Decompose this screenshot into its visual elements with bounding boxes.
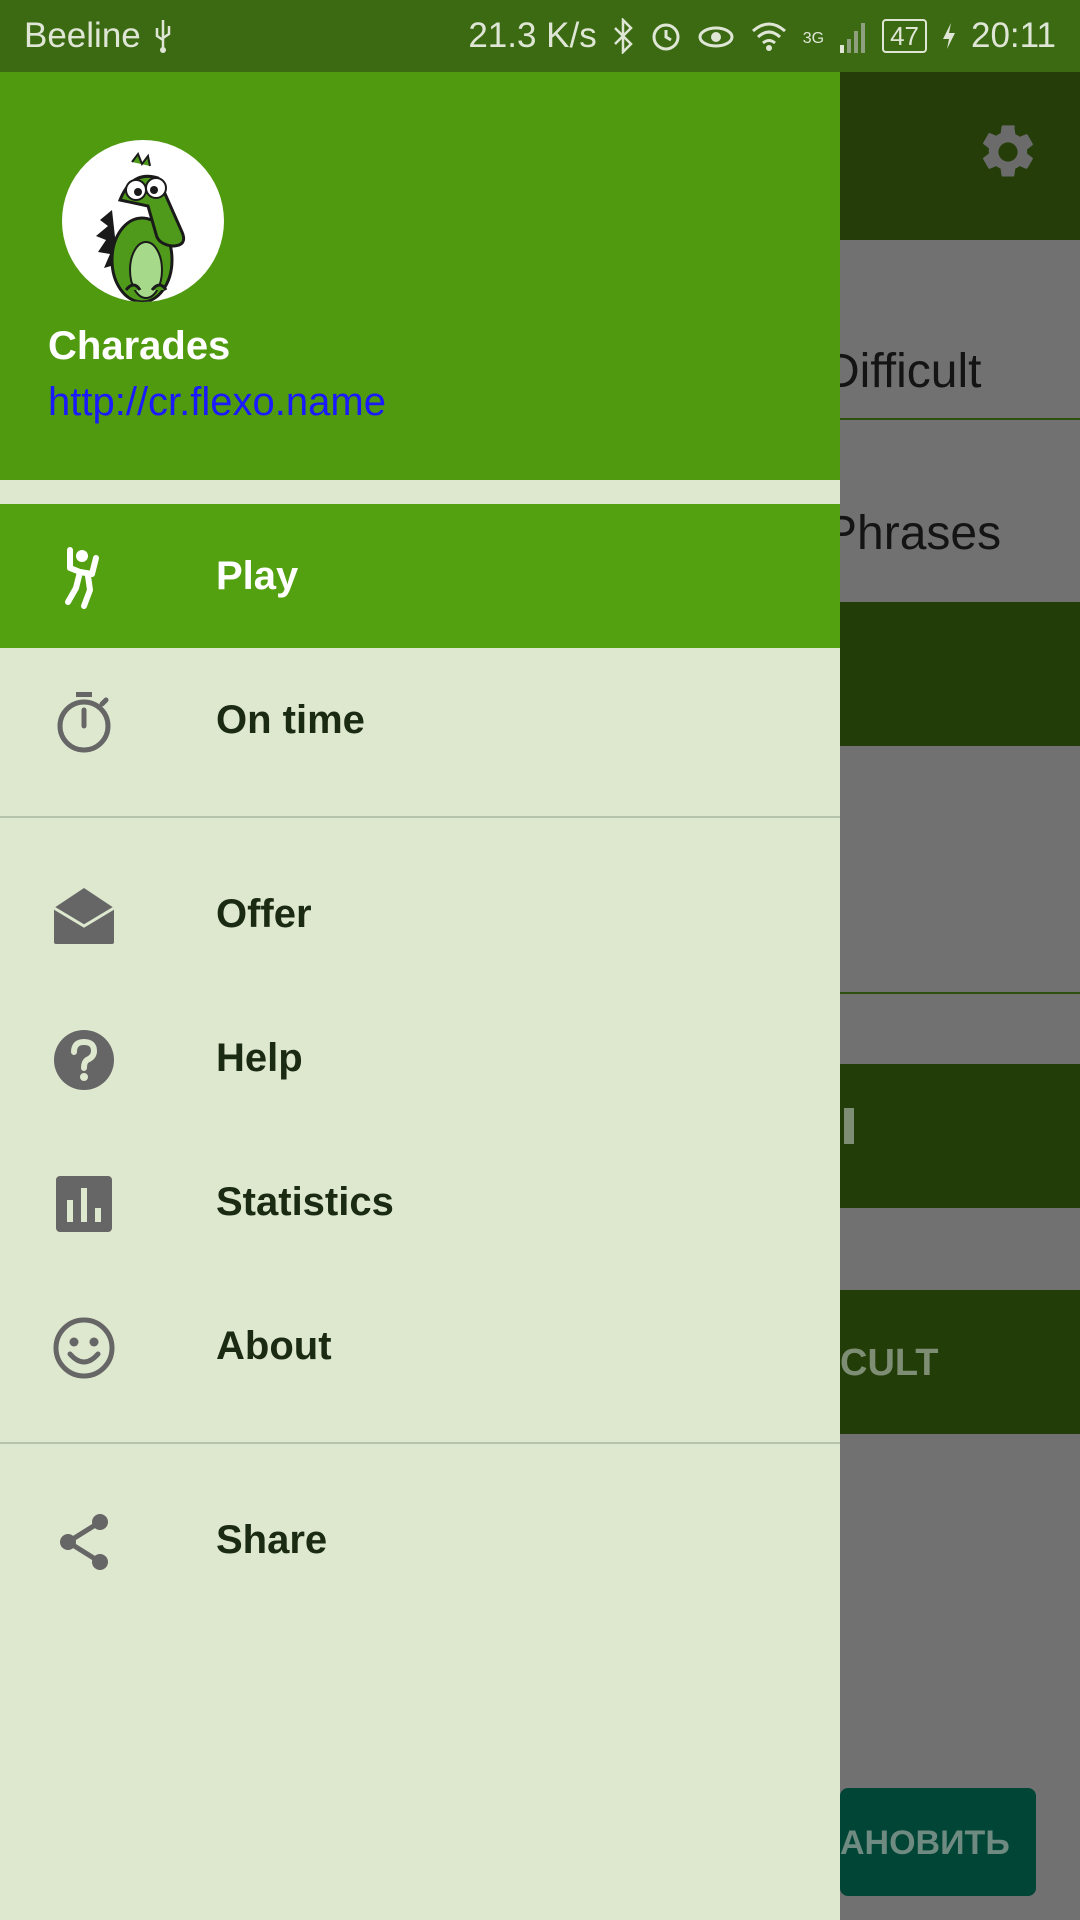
- divider: [840, 418, 1080, 420]
- menu-item-help[interactable]: Help: [0, 986, 840, 1130]
- option-phrases: Phrases: [825, 507, 1002, 560]
- app-url-link[interactable]: http://cr.flexo.name: [48, 380, 386, 425]
- status-right: 21.3 K/s 3G 47 20:11: [468, 16, 1056, 56]
- status-bar: Beeline 21.3 K/s 3G 47 20:11: [0, 0, 1080, 72]
- carrier-label: Beeline: [24, 16, 141, 55]
- background-button-2: [840, 1064, 1080, 1208]
- help-icon: [54, 1030, 114, 1090]
- bluetooth-icon: [613, 18, 633, 54]
- charging-icon: [943, 23, 955, 49]
- menu-item-label: Statistics: [216, 1179, 394, 1224]
- crocodile-icon: [96, 151, 186, 302]
- option-difficult: Difficult: [825, 345, 982, 398]
- share-icon: [60, 1514, 108, 1570]
- battery-level: 47: [882, 19, 927, 53]
- alarm-icon: [652, 23, 680, 51]
- status-left: Beeline: [24, 16, 175, 56]
- timer-icon: [57, 692, 111, 753]
- menu-item-label: Play: [216, 553, 299, 598]
- menu-item-play[interactable]: Play: [0, 504, 840, 648]
- usb-icon: [155, 20, 171, 53]
- menu-divider: [0, 1442, 840, 1444]
- menu-item-label: About: [216, 1323, 332, 1368]
- navigation-drawer: Charades http://cr.flexo.name Play On ti…: [0, 72, 840, 1920]
- menu-item-label: On time: [216, 697, 365, 742]
- divider: [840, 992, 1080, 994]
- background-bottom-button: АНОВИТЬ: [840, 1788, 1036, 1896]
- menu-item-on-time[interactable]: On time: [0, 648, 840, 792]
- network-speed: 21.3 K/s: [468, 16, 597, 55]
- clock: 20:11: [971, 16, 1056, 55]
- settings-icon[interactable]: [976, 120, 1040, 184]
- dance-icon: [65, 547, 99, 609]
- menu-item-label: Help: [216, 1035, 303, 1080]
- statistics-icon: [56, 1176, 112, 1232]
- menu-item-label: Offer: [216, 891, 312, 936]
- menu-item-statistics[interactable]: Statistics: [0, 1130, 840, 1274]
- menu-item-about[interactable]: About: [0, 1274, 840, 1418]
- background-button-1: [840, 602, 1080, 746]
- menu-item-offer[interactable]: Offer: [0, 842, 840, 986]
- app-logo: [62, 140, 224, 302]
- menu-divider: [0, 816, 840, 818]
- eye-icon: [698, 26, 734, 48]
- app-name: Charades: [48, 324, 231, 368]
- wifi-icon: [751, 22, 786, 51]
- mail-open-icon: [53, 888, 115, 944]
- drawer-header: Charades http://cr.flexo.name: [0, 72, 840, 480]
- smiley-icon: [53, 1317, 115, 1379]
- signal-icon: [840, 23, 866, 53]
- network-type: 3G: [802, 30, 825, 47]
- menu-item-label: Share: [216, 1517, 328, 1562]
- menu-item-share[interactable]: Share: [0, 1468, 840, 1612]
- background-button-3: CULT: [840, 1290, 1080, 1434]
